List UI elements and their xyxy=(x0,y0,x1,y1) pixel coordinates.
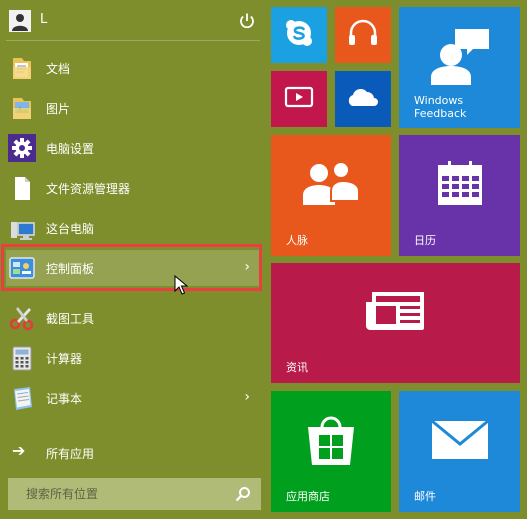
file-explorer-icon xyxy=(8,174,36,202)
notepad-icon xyxy=(8,384,36,412)
search-input[interactable] xyxy=(8,478,246,510)
highlight-box xyxy=(1,244,262,291)
tile-label: 应用商店 xyxy=(286,490,330,503)
tile-store[interactable]: 应用商店 xyxy=(271,391,391,512)
chevron-right-icon[interactable]: › xyxy=(244,389,250,405)
tile-music[interactable] xyxy=(335,7,391,63)
calendar-icon xyxy=(436,160,484,211)
start-menu-left-pane: L 文档 图片 电脑设置 文件资源管理器 这台电脑 控制面板 › 截图工具 计算… xyxy=(0,0,266,519)
feedback-person-icon xyxy=(431,27,493,91)
menu-item-label: 图片 xyxy=(46,102,71,116)
tile-label: 人脉 xyxy=(286,234,308,247)
tile-news[interactable]: 资讯 xyxy=(271,263,520,383)
user-avatar-icon xyxy=(9,10,31,32)
people-icon xyxy=(301,160,361,211)
tile-windows-feedback[interactable]: Windows Feedback xyxy=(399,7,520,128)
user-name: L xyxy=(40,12,48,27)
tile-label-line1: Windows xyxy=(414,94,464,107)
power-icon[interactable] xyxy=(238,12,256,30)
mail-envelope-icon xyxy=(430,419,489,464)
tile-mail[interactable]: 邮件 xyxy=(399,391,520,512)
menu-item-documents[interactable]: 文档 xyxy=(6,50,260,86)
news-icon xyxy=(365,290,426,336)
store-bag-icon xyxy=(304,413,358,471)
tile-calendar[interactable]: 日历 xyxy=(399,135,520,256)
menu-item-pictures[interactable]: 图片 xyxy=(6,90,260,126)
menu-item-notepad[interactable]: 记事本 › xyxy=(6,380,260,416)
tile-label: 邮件 xyxy=(414,490,436,503)
menu-item-this-pc[interactable]: 这台电脑 xyxy=(6,210,260,246)
tile-onedrive[interactable] xyxy=(335,71,391,127)
tile-label: 日历 xyxy=(414,234,436,247)
user-account[interactable]: L xyxy=(6,6,260,34)
user-separator xyxy=(6,40,260,41)
tile-label: 资讯 xyxy=(286,361,308,374)
menu-item-file-explorer[interactable]: 文件资源管理器 xyxy=(6,170,260,206)
menu-item-pc-settings[interactable]: 电脑设置 xyxy=(6,130,260,166)
calculator-icon xyxy=(8,344,36,372)
all-apps-label: 所有应用 xyxy=(46,447,95,461)
documents-folder-icon xyxy=(8,54,36,82)
snipping-tool-icon xyxy=(8,304,36,332)
menu-item-label: 文档 xyxy=(46,62,71,76)
search-icon[interactable] xyxy=(235,486,251,502)
menu-item-label: 这台电脑 xyxy=(46,222,95,236)
arrow-right-icon: ➔ xyxy=(12,441,26,460)
mouse-cursor-icon xyxy=(174,274,189,295)
this-pc-icon xyxy=(8,214,36,242)
menu-item-label: 截图工具 xyxy=(46,312,95,326)
tile-label-line2: Feedback xyxy=(414,107,467,120)
menu-item-snipping-tool[interactable]: 截图工具 xyxy=(6,300,260,336)
tile-people[interactable]: 人脉 xyxy=(271,135,391,256)
headphones-icon xyxy=(347,18,379,52)
menu-item-label: 记事本 xyxy=(46,392,83,406)
video-player-icon xyxy=(284,85,314,113)
menu-item-label: 文件资源管理器 xyxy=(46,182,131,196)
tile-skype[interactable] xyxy=(271,7,327,63)
tile-video[interactable] xyxy=(271,71,327,127)
pictures-folder-icon xyxy=(8,94,36,122)
cloud-icon xyxy=(346,86,380,112)
menu-item-calculator[interactable]: 计算器 xyxy=(6,340,260,376)
all-apps-button[interactable]: ➔ 所有应用 xyxy=(6,436,260,468)
menu-item-label: 计算器 xyxy=(46,352,83,366)
search-box[interactable] xyxy=(8,478,261,510)
menu-item-label: 电脑设置 xyxy=(46,142,95,156)
skype-icon xyxy=(284,18,314,52)
settings-gear-icon xyxy=(8,134,36,162)
